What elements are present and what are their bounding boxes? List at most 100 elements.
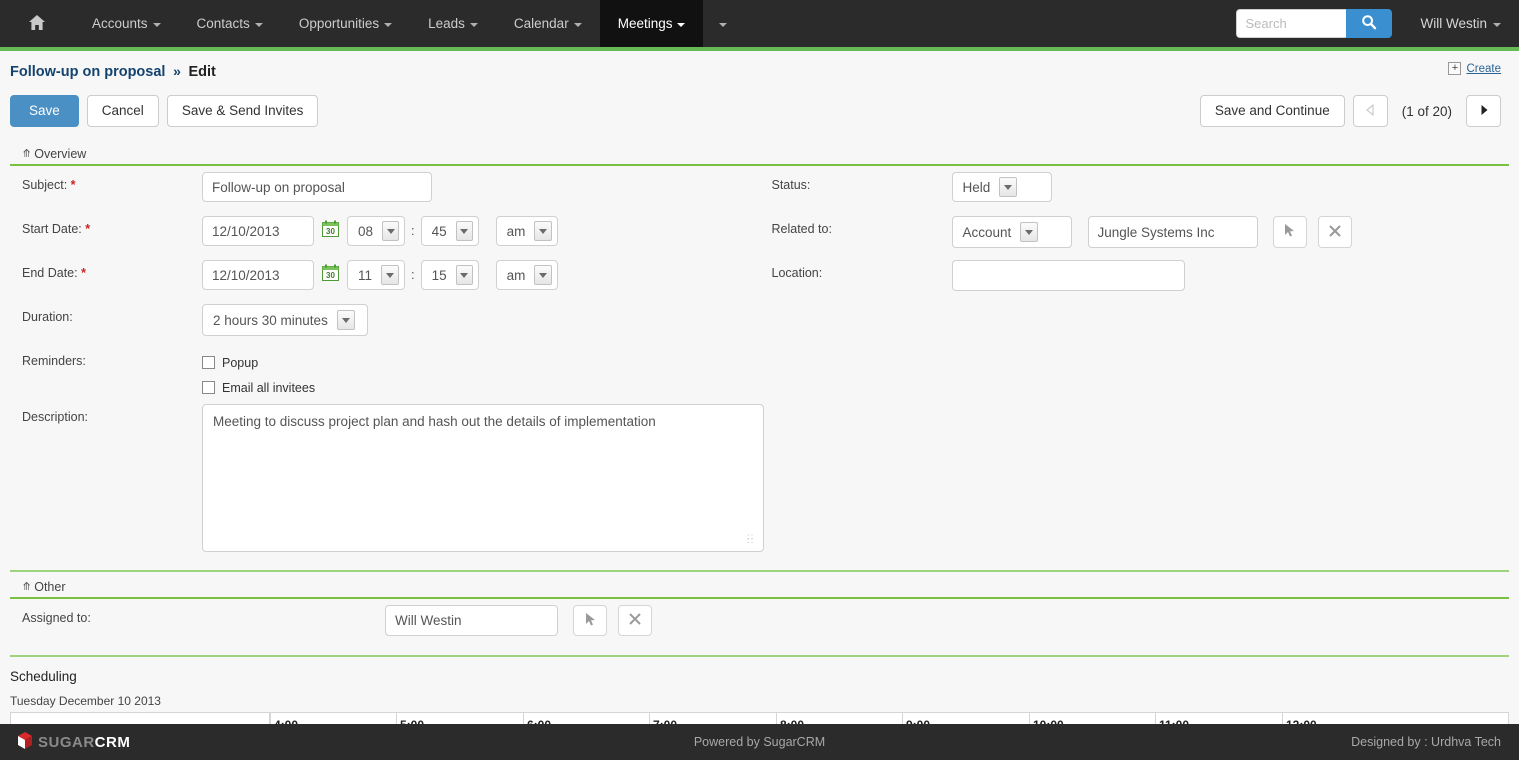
navbar-right: Will Westin: [1236, 0, 1519, 47]
related-to-input[interactable]: [1087, 216, 1258, 248]
field-duration: Duration: 2 hours 30 minutes: [10, 304, 760, 348]
status-select-value: Held: [962, 179, 991, 195]
description-label: Description:: [22, 410, 88, 424]
overview-left-column: Subject: * Start Date: *: [10, 172, 764, 564]
calendar-icon[interactable]: 30: [322, 264, 339, 284]
nav-tab-opportunities[interactable]: Opportunities: [281, 0, 410, 47]
top-navbar: Accounts Contacts Opportunities Leads Ca…: [0, 0, 1519, 47]
end-hour-select[interactable]: 11: [347, 260, 405, 290]
nav-tab-contacts[interactable]: Contacts: [179, 0, 281, 47]
svg-text:30: 30: [326, 227, 335, 236]
overview-panel: ⤊ Overview Subject: * Start Date: *: [10, 145, 1509, 572]
arrow-cursor-icon: [1283, 223, 1296, 241]
start-date-input[interactable]: [202, 216, 314, 246]
other-panel: ⤊ Other Assigned to:: [10, 578, 1509, 657]
breadcrumb: Follow-up on proposal » Edit + Create: [0, 51, 1519, 87]
subject-input[interactable]: [202, 172, 432, 202]
user-menu[interactable]: Will Westin: [1420, 16, 1501, 31]
save-button[interactable]: Save: [10, 95, 79, 127]
end-date-input[interactable]: [202, 260, 314, 290]
end-minute-select[interactable]: 15: [420, 260, 479, 290]
plus-icon: +: [1448, 62, 1462, 75]
close-icon: [1328, 224, 1342, 241]
reminder-popup-checkbox[interactable]: [202, 356, 215, 369]
triangle-right-icon: [1479, 104, 1489, 119]
time-separator: :: [411, 223, 415, 238]
breadcrumb-record-link[interactable]: Follow-up on proposal: [10, 64, 165, 80]
action-bar-right: Save and Continue (1 of 20): [1199, 95, 1501, 127]
triangle-left-icon: [1365, 103, 1375, 119]
reminder-email-checkbox[interactable]: [202, 381, 215, 394]
next-record-button[interactable]: [1466, 95, 1501, 127]
create-action[interactable]: + Create: [1448, 62, 1501, 75]
nav-tab-meetings[interactable]: Meetings: [599, 0, 704, 47]
nav-tab-label: Contacts: [196, 16, 250, 31]
save-and-continue-button[interactable]: Save and Continue: [1199, 95, 1345, 127]
related-to-clear-button[interactable]: [1317, 216, 1352, 248]
search-button[interactable]: [1346, 9, 1393, 38]
search-input[interactable]: [1236, 9, 1347, 38]
calendar-icon[interactable]: 30: [322, 220, 339, 240]
chevron-down-icon: [384, 22, 393, 27]
start-date-label-text: Start Date:: [22, 222, 82, 236]
chevron-down-icon: [469, 22, 478, 27]
chevron-down-icon: [719, 22, 728, 27]
field-description: Description: Meeting to discuss project …: [10, 404, 764, 564]
start-hour-select[interactable]: 08: [347, 216, 405, 246]
end-date-value: 30 11 : 15 am: [202, 260, 558, 290]
related-to-select-button[interactable]: [1272, 216, 1307, 248]
assigned-to-clear-button[interactable]: [618, 605, 652, 636]
related-to-type-value: Account: [962, 224, 1012, 240]
resize-handle-icon[interactable]: ∷ ∷: [747, 533, 754, 546]
global-search: [1236, 9, 1393, 38]
overview-right-column: Status: Held Related to: Account Jungle …: [760, 172, 1510, 564]
location-input[interactable]: [951, 260, 1185, 291]
assigned-to-input[interactable]: [385, 605, 558, 636]
action-bar: Save Cancel Save & Send Invites Save and…: [0, 87, 1519, 139]
nav-tab-label: Opportunities: [298, 16, 380, 31]
start-meridiem-select[interactable]: am: [495, 216, 558, 246]
required-marker: *: [70, 178, 76, 192]
nav-tab-label: Meetings: [617, 16, 673, 31]
overview-panel-header[interactable]: ⤊ Overview: [10, 145, 1509, 166]
previous-record-button[interactable]: [1352, 95, 1388, 127]
chevron-down-icon: [999, 177, 1018, 197]
nav-tab-calendar[interactable]: Calendar: [496, 0, 600, 47]
assigned-to-select-button[interactable]: [573, 605, 607, 636]
cancel-button[interactable]: Cancel: [86, 95, 159, 127]
nav-more-tabs-button[interactable]: [703, 0, 743, 47]
save-and-send-invites-button[interactable]: Save & Send Invites: [166, 95, 319, 127]
status-select[interactable]: Held: [951, 172, 1052, 202]
create-link-label[interactable]: Create: [1466, 63, 1501, 75]
other-panel-body: Assigned to:: [10, 599, 1509, 649]
duration-select[interactable]: 2 hours 30 minutes: [202, 304, 368, 336]
chevron-down-icon: [573, 22, 582, 27]
related-to-type-select[interactable]: Account: [951, 216, 1072, 248]
other-column: Assigned to:: [10, 605, 1509, 649]
overview-panel-divider: [10, 570, 1509, 572]
home-button[interactable]: [0, 0, 74, 47]
field-end-date: End Date: * 30 1: [10, 260, 760, 304]
footer-powered-by: Powered by SugarCRM: [693, 735, 826, 749]
nav-tab-leads[interactable]: Leads: [410, 0, 496, 47]
record-pager-count: (1 of 20): [1401, 103, 1452, 119]
related-to-value: Account: [951, 216, 1352, 248]
cube-icon: [18, 731, 33, 753]
end-meridiem-select[interactable]: am: [495, 260, 558, 290]
field-assigned-to: Assigned to:: [10, 605, 1509, 649]
nav-tab-accounts[interactable]: Accounts: [74, 0, 179, 47]
assigned-to-label: Assigned to:: [22, 611, 91, 625]
description-textarea[interactable]: Meeting to discuss project plan and hash…: [202, 404, 764, 552]
subject-label-text: Subject:: [22, 178, 68, 192]
start-minute-select[interactable]: 45: [420, 216, 479, 246]
overview-panel-body: Subject: * Start Date: *: [10, 166, 1509, 564]
reminder-popup-label: Popup: [222, 355, 259, 370]
footer-designed-by: Designed by : Urdhva Tech: [1351, 735, 1501, 749]
start-date-label: Start Date: *: [10, 216, 202, 236]
reminder-email-row: Email all invitees: [202, 375, 315, 400]
other-panel-header[interactable]: ⤊ Other: [10, 578, 1509, 599]
end-date-label-text: End Date:: [22, 266, 78, 280]
user-menu-label: Will Westin: [1420, 16, 1487, 31]
start-date-value: 30 08 : 45 am: [202, 216, 558, 246]
duration-label: Duration:: [22, 310, 73, 324]
